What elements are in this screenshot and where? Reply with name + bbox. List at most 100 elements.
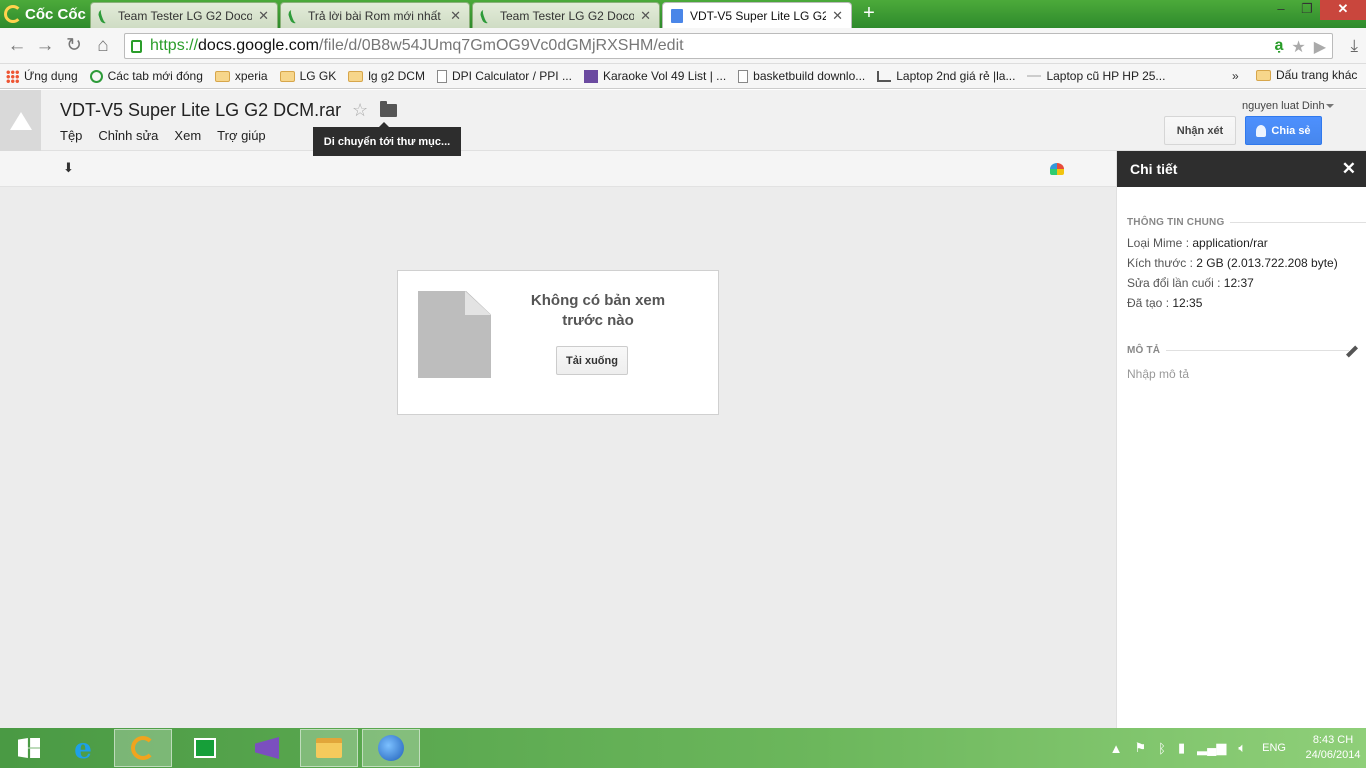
download-manager-icon xyxy=(378,735,404,761)
volume-icon[interactable]: 🔈︎ xyxy=(1238,740,1246,756)
window-controls: – ❐ ✕ xyxy=(1268,0,1366,20)
viewer-toolbar: ⬇ xyxy=(0,151,1116,187)
minimize-button[interactable]: – xyxy=(1268,0,1294,20)
bookmark-laptop-2nd[interactable]: Laptop 2nd giá rẻ |la... xyxy=(877,69,1015,83)
page-icon xyxy=(436,69,447,83)
detail-label: Đã tạo : xyxy=(1127,296,1170,310)
tab-close-icon[interactable]: ✕ xyxy=(450,8,461,24)
description-heading: MÔ TẢ xyxy=(1127,345,1349,356)
windows-taskbar: e ▲ ⚑ ᛒ ▮ ▂▄▆ 🔈︎ ENG 8:43 CH 24/06/2014 xyxy=(0,728,1366,768)
signal-icon[interactable]: ▂▄▆ xyxy=(1197,740,1226,756)
bookmark-star-icon[interactable]: ★ xyxy=(1291,37,1305,57)
bookmark-label: LG GK xyxy=(299,69,337,83)
folder-icon xyxy=(348,70,364,82)
description-input[interactable]: Nhập mô tả xyxy=(1127,367,1189,381)
detail-label: Loại Mime : xyxy=(1127,236,1190,250)
battery-icon[interactable]: ▮ xyxy=(1178,740,1185,756)
downloads-icon[interactable]: ⤓ xyxy=(1350,36,1358,56)
bookmark-folder-lg-gk[interactable]: LG GK xyxy=(279,69,337,83)
browser-toolbar: ← → ↻ ⌂ https:// docs.google.com /file/d… xyxy=(0,28,1366,64)
bookmark-folder-xperia[interactable]: xperia xyxy=(214,69,268,83)
bookmark-dpi-calculator[interactable]: DPI Calculator / PPI ... xyxy=(436,69,572,83)
browser-tab-bar: Cốc Cốc Team Tester LG G2 Docon ✕ Trả lờ… xyxy=(0,0,1366,28)
taskbar-visual-studio[interactable] xyxy=(238,729,296,767)
bookmark-laptop-hp[interactable]: Laptop cũ HP HP 25... xyxy=(1027,69,1165,83)
lock-icon xyxy=(131,39,142,53)
star-icon[interactable]: ☆ xyxy=(352,100,368,121)
address-bar[interactable]: https:// docs.google.com /file/d/0B8w54J… xyxy=(124,33,1333,59)
media-play-icon[interactable]: ▶ xyxy=(1314,37,1326,57)
bookmark-apps[interactable]: Ứng dụng xyxy=(6,69,78,83)
maximize-button[interactable]: ❐ xyxy=(1294,0,1320,20)
menu-file[interactable]: Tệp xyxy=(60,128,82,143)
browser-tab[interactable]: Team Tester LG G2 Docon ✕ xyxy=(472,2,660,28)
browser-tab[interactable]: Trả lời bài Rom mới nhất l ✕ xyxy=(280,2,470,28)
tab-close-icon[interactable]: ✕ xyxy=(640,8,651,24)
drive-logo-icon xyxy=(9,111,32,130)
bookmark-label: basketbuild downlo... xyxy=(753,69,866,83)
language-indicator[interactable]: ENG xyxy=(1262,742,1286,754)
new-tab-button[interactable]: + xyxy=(858,3,880,24)
clock[interactable]: 8:43 CH 24/06/2014 xyxy=(1300,733,1366,763)
divider xyxy=(1166,350,1349,351)
share-button[interactable]: Chia sẻ xyxy=(1245,116,1322,145)
open-with-app-icon[interactable] xyxy=(1050,163,1064,175)
url-host: docs.google.com xyxy=(198,37,319,54)
vietnamese-input-icon[interactable]: ạ xyxy=(1274,37,1283,57)
phone-icon xyxy=(96,6,114,25)
file-icon xyxy=(418,291,491,378)
taskbar-download-manager[interactable] xyxy=(362,729,420,767)
bookmark-basketbuild[interactable]: basketbuild downlo... xyxy=(738,69,865,83)
bookmark-karaoke[interactable]: Karaoke Vol 49 List | ... xyxy=(583,69,726,83)
browser-brand-logo[interactable]: Cốc Cốc xyxy=(0,0,90,28)
chevron-up-icon[interactable]: ▲ xyxy=(1110,741,1123,756)
download-button[interactable]: Tải xuống xyxy=(556,346,628,375)
home-icon[interactable]: ⌂ xyxy=(92,35,114,57)
bookmark-label: Laptop cũ HP HP 25... xyxy=(1046,69,1166,83)
document-title[interactable]: VDT-V5 Super Lite LG G2 DCM.rar xyxy=(60,100,341,121)
start-button[interactable] xyxy=(0,729,58,767)
forward-arrow-icon[interactable]: → xyxy=(34,35,56,57)
bookmarks-bar: Ứng dụng Các tab mới đóng xperia LG GK l… xyxy=(0,64,1366,89)
browser-tab[interactable]: Team Tester LG G2 Docon ✕ xyxy=(90,2,278,28)
chevron-down-icon[interactable] xyxy=(1326,104,1334,108)
url-protocol: https:// xyxy=(150,37,199,54)
clock-time: 8:43 CH xyxy=(1312,734,1354,746)
bookmark-label: Các tab mới đóng xyxy=(107,69,203,83)
bookmark-other-folder[interactable]: Dấu trang khác xyxy=(1256,68,1357,82)
bookmark-recent-tabs[interactable]: Các tab mới đóng xyxy=(89,69,203,83)
bookmark-folder-lg-g2-dcm[interactable]: lg g2 DCM xyxy=(348,69,425,83)
download-arrow-icon[interactable]: ⬇ xyxy=(63,160,74,176)
browser-tab-active[interactable]: VDT-V5 Super Lite LG G2 D ✕ xyxy=(662,2,852,28)
detail-row-mime: Loại Mime : application/rar xyxy=(1127,236,1268,250)
flag-icon[interactable]: ⚑ xyxy=(1135,740,1147,756)
menu-edit[interactable]: Chỉnh sửa xyxy=(98,128,158,143)
taskbar-file-explorer[interactable] xyxy=(300,729,358,767)
close-icon[interactable]: ✕ xyxy=(1342,159,1356,179)
folder-icon[interactable] xyxy=(380,101,397,117)
comment-button[interactable]: Nhận xét xyxy=(1164,116,1236,145)
taskbar-store[interactable] xyxy=(176,729,234,767)
detail-row-size: Kích thước : 2 GB (2.013.722.208 byte) xyxy=(1127,256,1338,270)
doc-icon xyxy=(671,8,683,23)
taskbar-coccoc-browser[interactable] xyxy=(114,729,172,767)
taskbar-internet-explorer[interactable]: e xyxy=(54,729,112,767)
user-account-name[interactable]: nguyen luat Dinh xyxy=(1242,100,1325,112)
move-to-folder-tooltip: Di chuyển tới thư mục... xyxy=(313,122,461,156)
tab-close-icon[interactable]: ✕ xyxy=(832,8,843,24)
reload-icon[interactable]: ↻ xyxy=(63,35,85,57)
system-tray: ▲ ⚑ ᛒ ▮ ▂▄▆ 🔈︎ ENG 8:43 CH 24/06/2014 xyxy=(1104,728,1366,768)
back-arrow-icon[interactable]: ← xyxy=(6,35,28,57)
window-close-button[interactable]: ✕ xyxy=(1320,0,1366,20)
person-icon xyxy=(1256,124,1267,137)
section-heading-label: MÔ TẢ xyxy=(1127,345,1161,356)
menu-help[interactable]: Trợ giúp xyxy=(217,128,266,143)
internet-explorer-icon: e xyxy=(74,731,92,765)
menu-view[interactable]: Xem xyxy=(174,128,201,143)
drive-logo-button[interactable] xyxy=(0,90,41,151)
folder-icon xyxy=(279,70,295,82)
bluetooth-icon[interactable]: ᛒ xyxy=(1158,741,1166,756)
bookmarks-overflow-button[interactable]: » xyxy=(1232,69,1239,83)
folder-icon xyxy=(214,70,230,82)
tab-close-icon[interactable]: ✕ xyxy=(258,8,269,24)
